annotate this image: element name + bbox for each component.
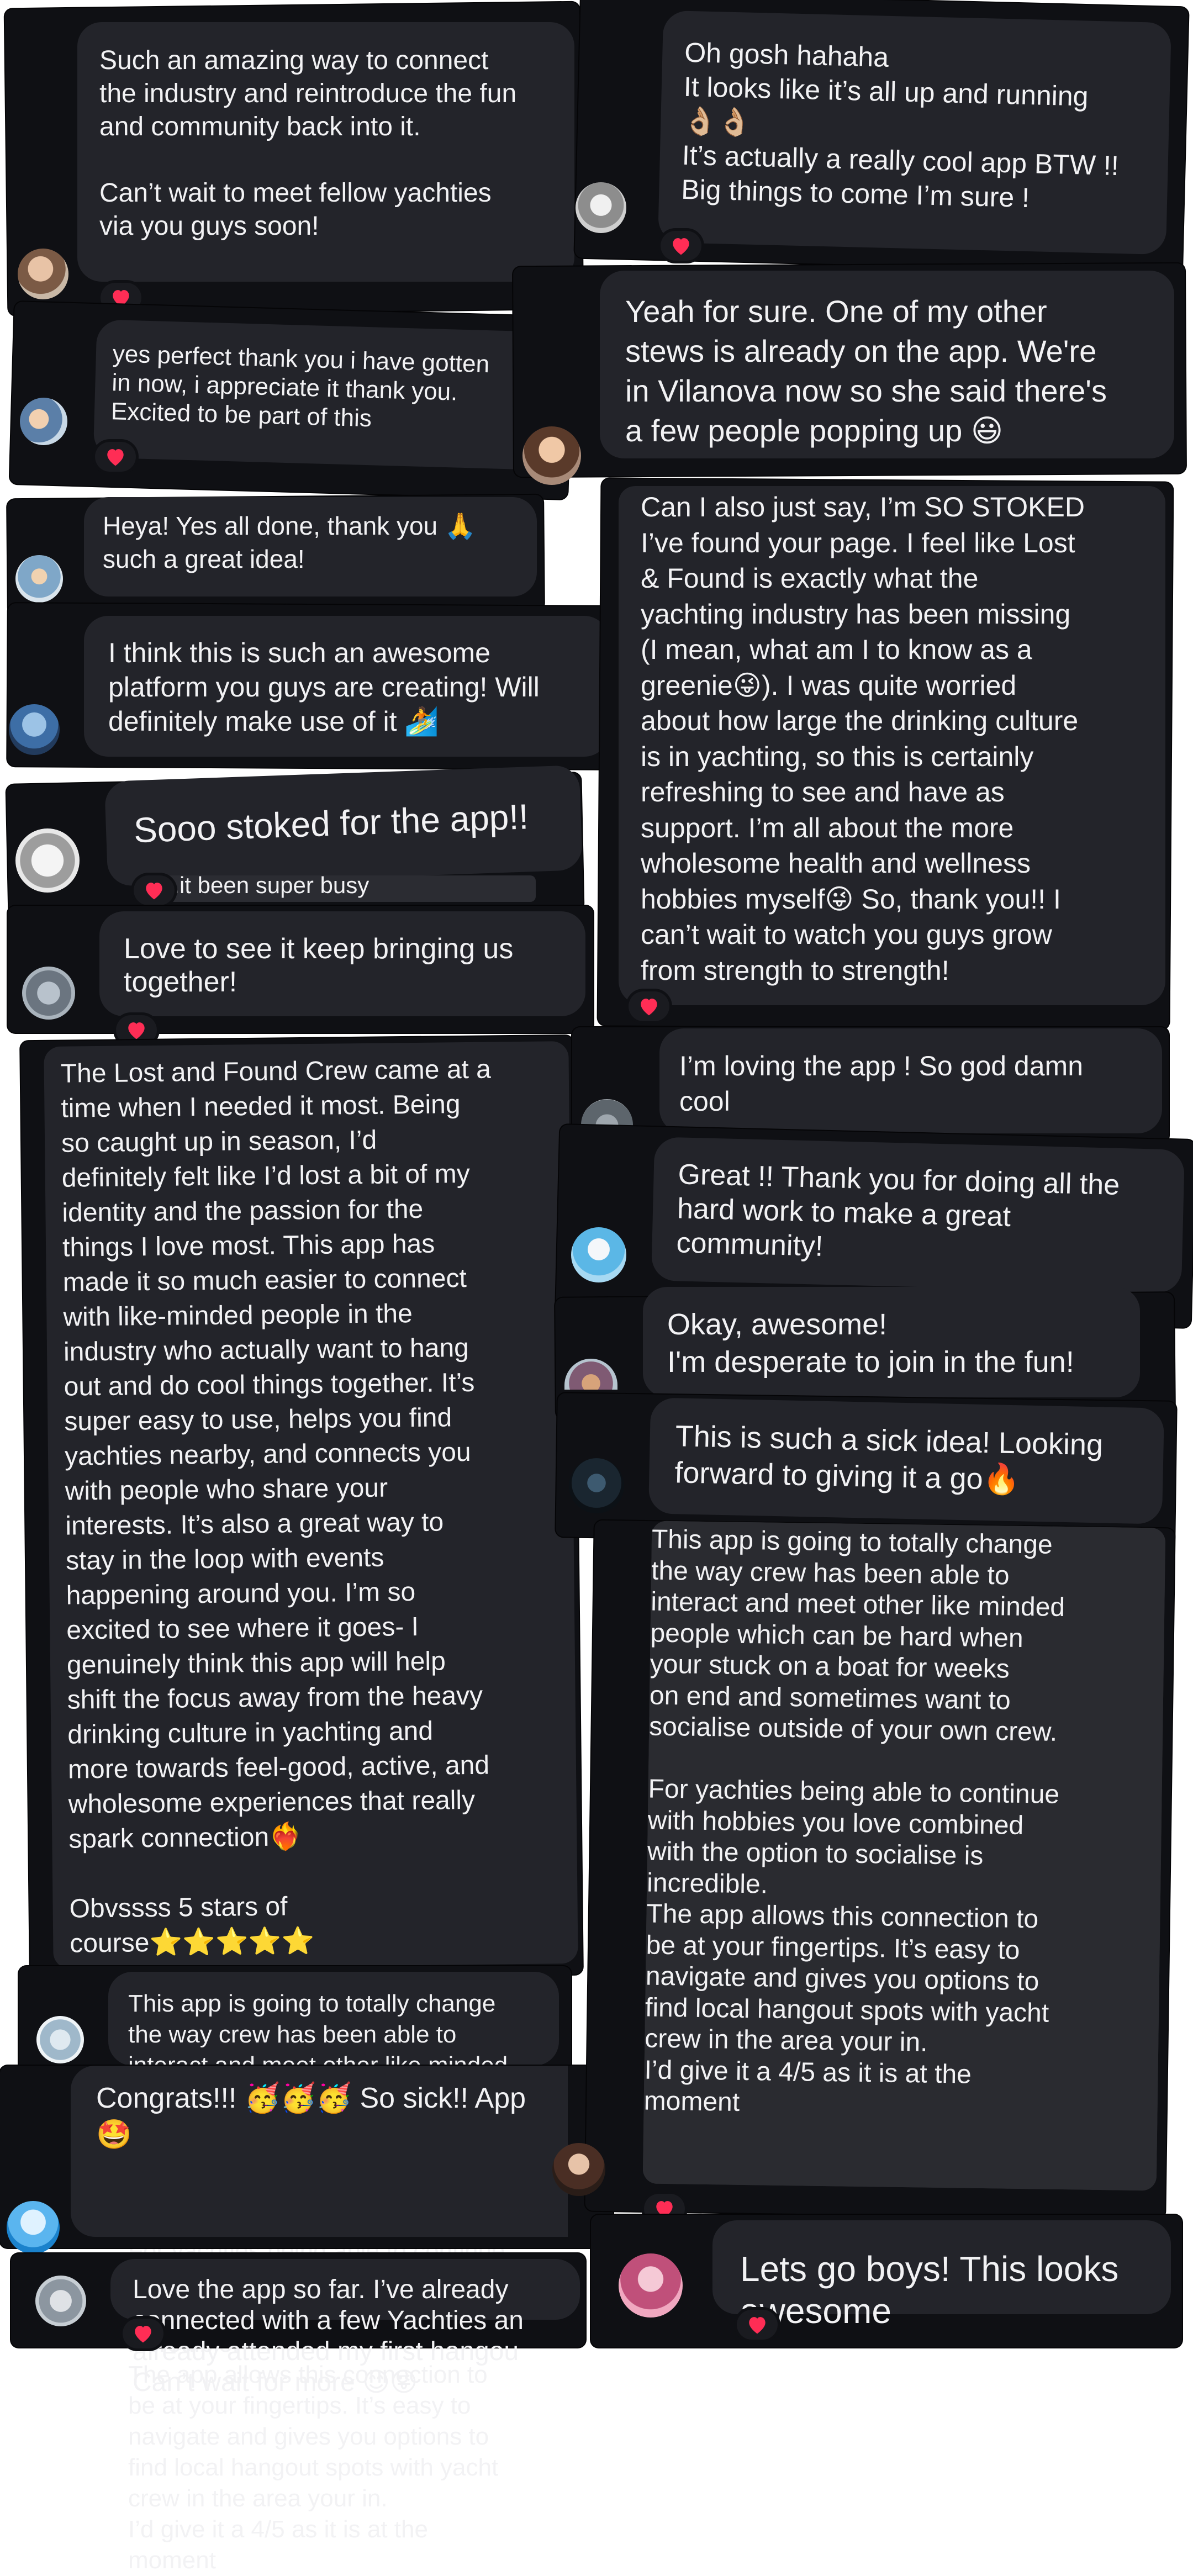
heart-icon [128,1022,145,1039]
avatar[interactable] [576,182,626,233]
avatar[interactable] [18,249,68,299]
message-bubble[interactable]: Such an amazing way to connect the indus… [77,22,574,282]
message-bubble[interactable]: yes perfect thank you i have gotten in n… [93,319,561,471]
message-bubble[interactable]: Lets go boys! This looks awesome [712,2220,1171,2331]
avatar[interactable] [15,555,63,603]
message-bubble[interactable]: I think this is such an awesome platform… [84,616,609,757]
message-bubble[interactable]: This app is going to totally change the … [108,1972,559,2574]
heart-icon [749,2317,766,2334]
heart-icon [673,238,689,255]
message-bubble[interactable]: Okay, awesome! I'm desperate to join in … [643,1287,1140,1397]
message-bubble: ...it been super busy [138,875,536,902]
heart-icon [641,999,657,1016]
message-bubble[interactable]: The Lost and Found Crew came at a time w… [44,1041,578,1969]
avatar[interactable] [20,398,67,445]
message-bubble[interactable]: Congrats!!! 🥳🥳🥳 So sick!! App 🤩 [71,2066,568,2237]
heart-reaction[interactable] [134,875,175,905]
message-bubble[interactable]: This is such a sick idea! Looking forwar… [648,1397,1165,1524]
avatar[interactable] [522,426,581,485]
avatar[interactable] [36,2016,84,2063]
heart-reaction[interactable] [95,442,136,472]
avatar[interactable] [552,2143,605,2196]
heart-reaction[interactable] [629,991,669,1021]
message-bubble[interactable]: Love the app so far. I’ve already connec… [110,2259,580,2397]
heart-icon [146,883,162,900]
avatar[interactable] [22,967,75,1020]
message-bubble-text: This app is going to totally change the … [642,1521,1166,2191]
avatar[interactable] [9,704,60,755]
message-bubble[interactable]: Heya! Yes all done, thank you 🙏 such a g… [84,497,537,597]
avatar[interactable] [619,2253,683,2318]
heart-reaction[interactable] [123,2319,163,2348]
message-bubble[interactable]: Oh gosh hahaha It looks like it’s all up… [658,10,1171,255]
avatar[interactable] [15,828,80,893]
avatar[interactable] [569,1458,624,1513]
heart-icon [135,2326,151,2343]
avatar[interactable] [35,2276,86,2326]
heart-reaction[interactable] [737,2310,778,2340]
message-bubble[interactable]: Sooo stoked for the app!! [104,765,583,886]
message-bubble[interactable]: Can I also just say, I’m SO STOKED I’ve … [619,486,1165,1005]
message-bubble[interactable]: Great !! Thank you for doing all the har… [651,1137,1185,1294]
message-bubble[interactable]: I’m loving the app ! So god damn cool [659,1028,1162,1133]
avatar[interactable] [571,1227,626,1282]
message-bubble[interactable]: Love to see it keep bringing us together… [99,911,585,1016]
heart-icon [107,449,124,466]
heart-reaction[interactable] [661,231,701,261]
message-bubble[interactable]: Yeah for sure. One of my other stews is … [600,271,1174,458]
avatar[interactable] [7,2201,60,2254]
